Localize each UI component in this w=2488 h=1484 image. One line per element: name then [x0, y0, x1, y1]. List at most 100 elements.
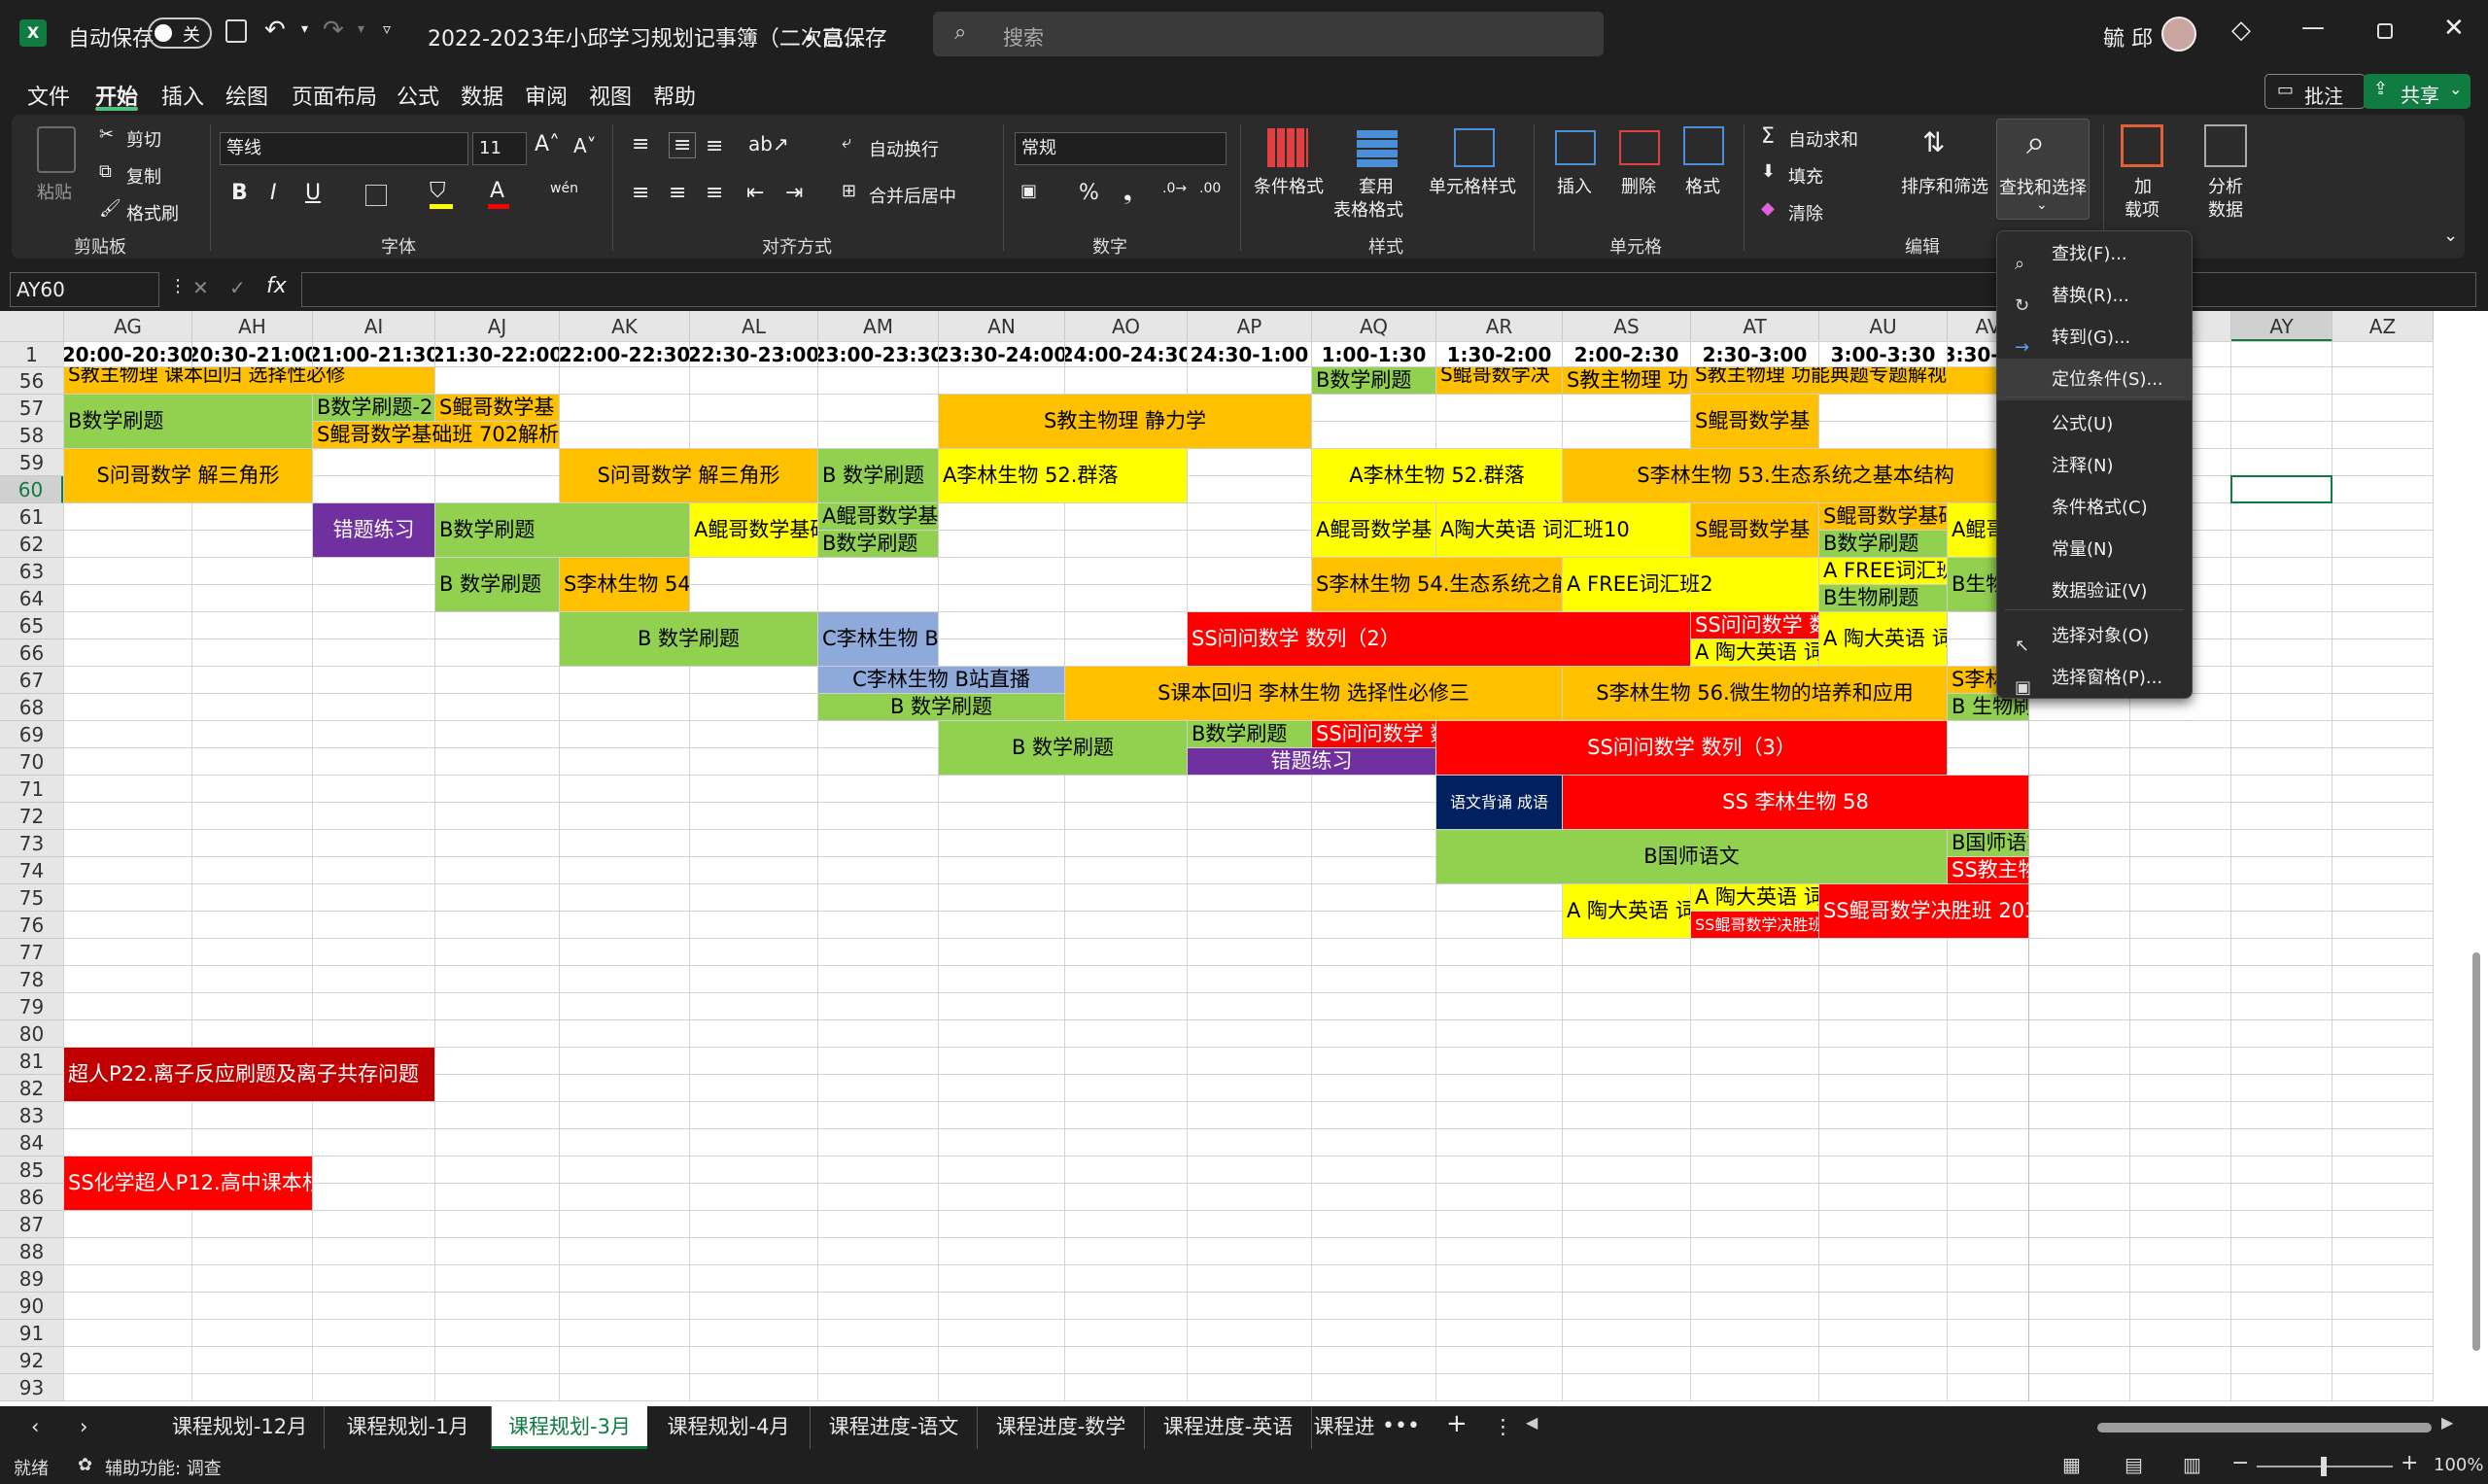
schedule-cell[interactable]: SS教主物理 动: [1948, 857, 2029, 884]
column-header[interactable]: AU: [1819, 311, 1948, 342]
schedule-cell[interactable]: B国师语文: [1436, 830, 1948, 884]
find-menu-item[interactable]: 条件格式(C): [1997, 487, 2192, 529]
cancel-icon[interactable]: ✕: [192, 276, 209, 299]
delete-cells-icon[interactable]: [1619, 130, 1660, 165]
more-icon[interactable]: ⋮: [169, 276, 187, 296]
scroll-left-icon[interactable]: ◀: [1526, 1413, 1538, 1432]
cell-styles-button[interactable]: 单元格样式: [1429, 173, 1516, 198]
row-header[interactable]: 93: [0, 1374, 64, 1401]
merge-center-icon[interactable]: ⊞: [842, 181, 856, 201]
row-header[interactable]: 72: [0, 803, 64, 830]
minimize-icon[interactable]: —: [2301, 14, 2325, 41]
row-header[interactable]: 78: [0, 966, 64, 993]
restore-icon[interactable]: [2377, 23, 2393, 39]
phonetic-icon[interactable]: wén: [550, 181, 578, 196]
schedule-cell[interactable]: S李林生物 56.微生物的培养和应用: [1563, 667, 1948, 721]
schedule-cell[interactable]: SS鲲哥数学决胜班: [1691, 912, 1819, 939]
schedule-cell[interactable]: S鲲哥数学基: [1691, 503, 1819, 558]
find-menu-item[interactable]: 公式(U): [1997, 403, 2192, 445]
schedule-cell[interactable]: S李林生物 54.生态系统之能: [1312, 558, 1563, 612]
row-header[interactable]: 61: [0, 503, 64, 531]
analyze-data-icon[interactable]: [2204, 124, 2247, 167]
merge-center-button[interactable]: 合并后居中: [869, 183, 956, 208]
column-header[interactable]: AJ: [435, 311, 560, 342]
schedule-cell[interactable]: S问哥数学 解三角形: [64, 449, 313, 503]
align-right-icon[interactable]: ≡: [706, 181, 723, 205]
clear-icon[interactable]: ◆: [1761, 198, 1775, 219]
scroll-thumb[interactable]: [2472, 952, 2480, 1351]
schedule-cell[interactable]: B数学刷题: [1188, 721, 1312, 748]
sheet-tab[interactable]: 课程进: [1312, 1406, 1376, 1449]
column-header[interactable]: AQ: [1312, 311, 1436, 342]
addins-button[interactable]: 载项: [2125, 196, 2160, 222]
schedule-cell[interactable]: S鲲哥数学基: [1691, 395, 1819, 449]
row-header[interactable]: 85: [0, 1156, 64, 1184]
row-header[interactable]: 76: [0, 912, 64, 939]
shrink-font-icon[interactable]: A˅: [573, 134, 597, 157]
column-header[interactable]: AR: [1436, 311, 1563, 342]
fill-color-icon[interactable]: ⛉: [430, 179, 446, 203]
italic-icon[interactable]: I: [270, 181, 277, 205]
wrap-text-icon[interactable]: ⤶: [842, 132, 851, 153]
close-icon[interactable]: ✕: [2443, 14, 2465, 43]
comma-icon[interactable]: ❟: [1123, 181, 1132, 205]
grow-font-icon[interactable]: A˄: [535, 132, 560, 156]
column-header[interactable]: AL: [690, 311, 818, 342]
align-bottom-icon[interactable]: ≡: [706, 134, 723, 158]
sort-filter-icon[interactable]: ⇅: [1922, 126, 1945, 158]
cell-styles-icon[interactable]: [1454, 128, 1495, 167]
increase-decimal-icon[interactable]: .0→: [1162, 181, 1187, 196]
sheet-tab[interactable]: 课程规划-3月: [492, 1406, 647, 1449]
align-top-icon[interactable]: ≡: [632, 132, 649, 156]
page-layout-icon[interactable]: ▤: [2125, 1453, 2143, 1476]
sheet-tab[interactable]: 课程规划-1月: [325, 1406, 492, 1449]
schedule-cell[interactable]: S教主物理 功: [1563, 367, 1691, 395]
row-header[interactable]: 68: [0, 694, 64, 721]
share-button[interactable]: ⇪ 共享 ⌄: [2364, 74, 2471, 109]
schedule-cell[interactable]: C李林生物 B站直播: [818, 667, 1065, 694]
fill-icon[interactable]: ⬇: [1761, 161, 1776, 182]
row-header[interactable]: 62: [0, 531, 64, 558]
menu-formulas[interactable]: 公式: [397, 80, 439, 111]
collapse-ribbon-icon[interactable]: ⌄: [2443, 225, 2458, 246]
schedule-cell[interactable]: A 陶大英语 词: [1563, 884, 1691, 939]
fill-button[interactable]: 填充: [1788, 163, 1823, 189]
increase-indent-icon[interactable]: ⇥: [785, 181, 803, 205]
comments-button[interactable]: ▭ 批注: [2264, 74, 2366, 109]
row-header[interactable]: 82: [0, 1075, 64, 1102]
cut-button[interactable]: 剪切: [126, 126, 161, 152]
autosum-icon[interactable]: Σ: [1761, 124, 1775, 149]
column-header[interactable]: AH: [192, 311, 313, 342]
column-header[interactable]: AN: [939, 311, 1065, 342]
schedule-cell[interactable]: A FREE词汇班: [1819, 558, 1948, 585]
decrease-decimal-icon[interactable]: .00: [1199, 181, 1221, 196]
row-header[interactable]: 90: [0, 1293, 64, 1320]
align-left-icon[interactable]: ≡: [632, 181, 649, 205]
schedule-cell[interactable]: S鲲哥数学基础班 702解析: [313, 422, 560, 449]
schedule-cell[interactable]: S问哥数学 解三角形: [560, 449, 818, 503]
row-header[interactable]: 71: [0, 776, 64, 803]
zoom-level[interactable]: 100%: [2434, 1455, 2483, 1475]
schedule-cell[interactable]: B 数学刷题: [939, 721, 1188, 776]
row-header[interactable]: 79: [0, 993, 64, 1020]
menu-draw[interactable]: 绘图: [225, 80, 268, 111]
font-size-select[interactable]: 11: [472, 132, 527, 165]
format-as-table-button[interactable]: 表格格式: [1333, 196, 1403, 222]
addins-icon[interactable]: [2121, 124, 2163, 167]
format-as-table-icon[interactable]: [1357, 128, 1398, 167]
percent-icon[interactable]: %: [1079, 181, 1099, 205]
currency-icon[interactable]: ▣: [1020, 181, 1037, 201]
font-color-icon[interactable]: A: [490, 179, 504, 203]
schedule-cell[interactable]: B国师语文: [1948, 830, 2029, 857]
find-menu-item[interactable]: ↖ 选择对象(O): [1997, 615, 2192, 657]
schedule-cell[interactable]: B数学刷题-2: [313, 395, 435, 422]
avatar[interactable]: [2161, 17, 2196, 52]
schedule-cell[interactable]: B 数学刷题: [818, 449, 939, 503]
sheet-tab[interactable]: 课程规划-12月: [156, 1406, 325, 1449]
copy-icon[interactable]: ⧉: [99, 161, 112, 182]
row-header[interactable]: 77: [0, 939, 64, 966]
clear-button[interactable]: 清除: [1788, 200, 1823, 225]
row-header[interactable]: 66: [0, 639, 64, 667]
paste-button[interactable]: 粘贴: [37, 179, 72, 204]
addins-line1[interactable]: 加: [2134, 173, 2152, 198]
